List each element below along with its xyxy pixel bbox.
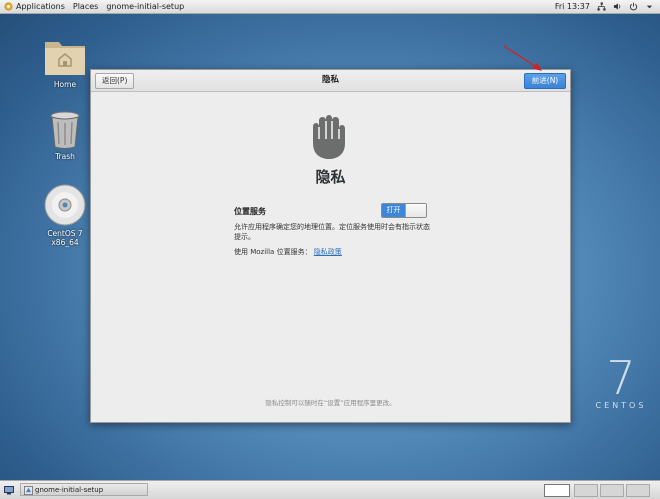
taskbar-window-button[interactable]: gnome-initial-setup — [20, 483, 148, 496]
desktop-icon-disc[interactable]: CentOS 7 x86_64 — [35, 183, 95, 247]
applications-icon — [4, 2, 13, 11]
places-label: Places — [72, 2, 99, 11]
volume-icon[interactable] — [613, 2, 622, 11]
centos-version-number: 7 — [606, 351, 636, 405]
centos-wordmark: CENTOS — [595, 401, 647, 410]
centos-branding: 7 CENTOS — [583, 355, 659, 410]
header-bar: 返回(P) 隐私 前进(N) — [91, 70, 570, 92]
location-services-label: 位置服务 — [234, 207, 266, 216]
mozilla-location-line: 使用 Mozilla 位置服务： 隐私政策 — [234, 247, 342, 257]
applications-menu[interactable]: Applications — [0, 0, 69, 13]
workspace-4[interactable] — [626, 484, 650, 497]
app-menu-label: gnome-initial-setup — [106, 2, 185, 11]
trash-icon — [50, 111, 80, 149]
switch-on-label: 打开 — [382, 204, 405, 217]
optical-disc-icon — [44, 184, 86, 226]
show-desktop-icon[interactable] — [4, 485, 14, 495]
workspace-3[interactable] — [600, 484, 624, 497]
initial-setup-window: 返回(P) 隐私 前进(N) 隐私 位置服务 打开 允许应用程序确定您的地理位置… — [90, 69, 571, 423]
workspace-1[interactable] — [544, 484, 570, 497]
annotation-arrow-icon — [503, 45, 542, 71]
places-menu[interactable]: Places — [69, 0, 102, 13]
mozilla-location-text: 使用 Mozilla 位置服务： — [234, 248, 312, 256]
bottom-panel: gnome-initial-setup — [0, 480, 660, 499]
privacy-hand-icon — [313, 115, 345, 159]
applications-label: Applications — [16, 2, 65, 11]
next-button[interactable]: 前进(N) — [524, 73, 566, 89]
desktop-icon-trash[interactable]: Trash — [35, 110, 95, 161]
app-menu[interactable]: gnome-initial-setup — [102, 0, 188, 13]
workspace-2[interactable] — [574, 484, 598, 497]
clock[interactable]: Fri 13:37 — [555, 2, 590, 11]
network-icon[interactable] — [597, 2, 606, 11]
location-description: 允许应用程序确定您的地理位置。定位服务使用时会有指示状态提示。 — [234, 223, 430, 241]
taskbar-window-label: gnome-initial-setup — [35, 486, 104, 494]
location-services-switch[interactable]: 打开 — [381, 203, 427, 218]
home-folder-icon — [45, 42, 85, 75]
setup-app-icon — [24, 486, 33, 495]
privacy-footnote: 隐私控制可以随时在“设置”应用程序里更改。 — [265, 399, 396, 407]
desktop-icon-home[interactable]: Home — [35, 36, 95, 89]
desktop-icon-label: Trash — [55, 152, 75, 161]
chevron-down-icon[interactable] — [645, 2, 654, 11]
desktop-icon-label: Home — [53, 80, 77, 89]
power-icon[interactable] — [629, 2, 638, 11]
top-panel: Applications Places gnome-initial-setup … — [0, 0, 660, 14]
page-heading: 隐私 — [315, 168, 346, 186]
window-title: 隐私 — [321, 75, 339, 85]
desktop-icon-label: CentOS 7 x86_64 — [47, 229, 83, 247]
switch-knob[interactable] — [405, 204, 426, 217]
privacy-policy-link[interactable]: 隐私政策 — [314, 248, 342, 256]
